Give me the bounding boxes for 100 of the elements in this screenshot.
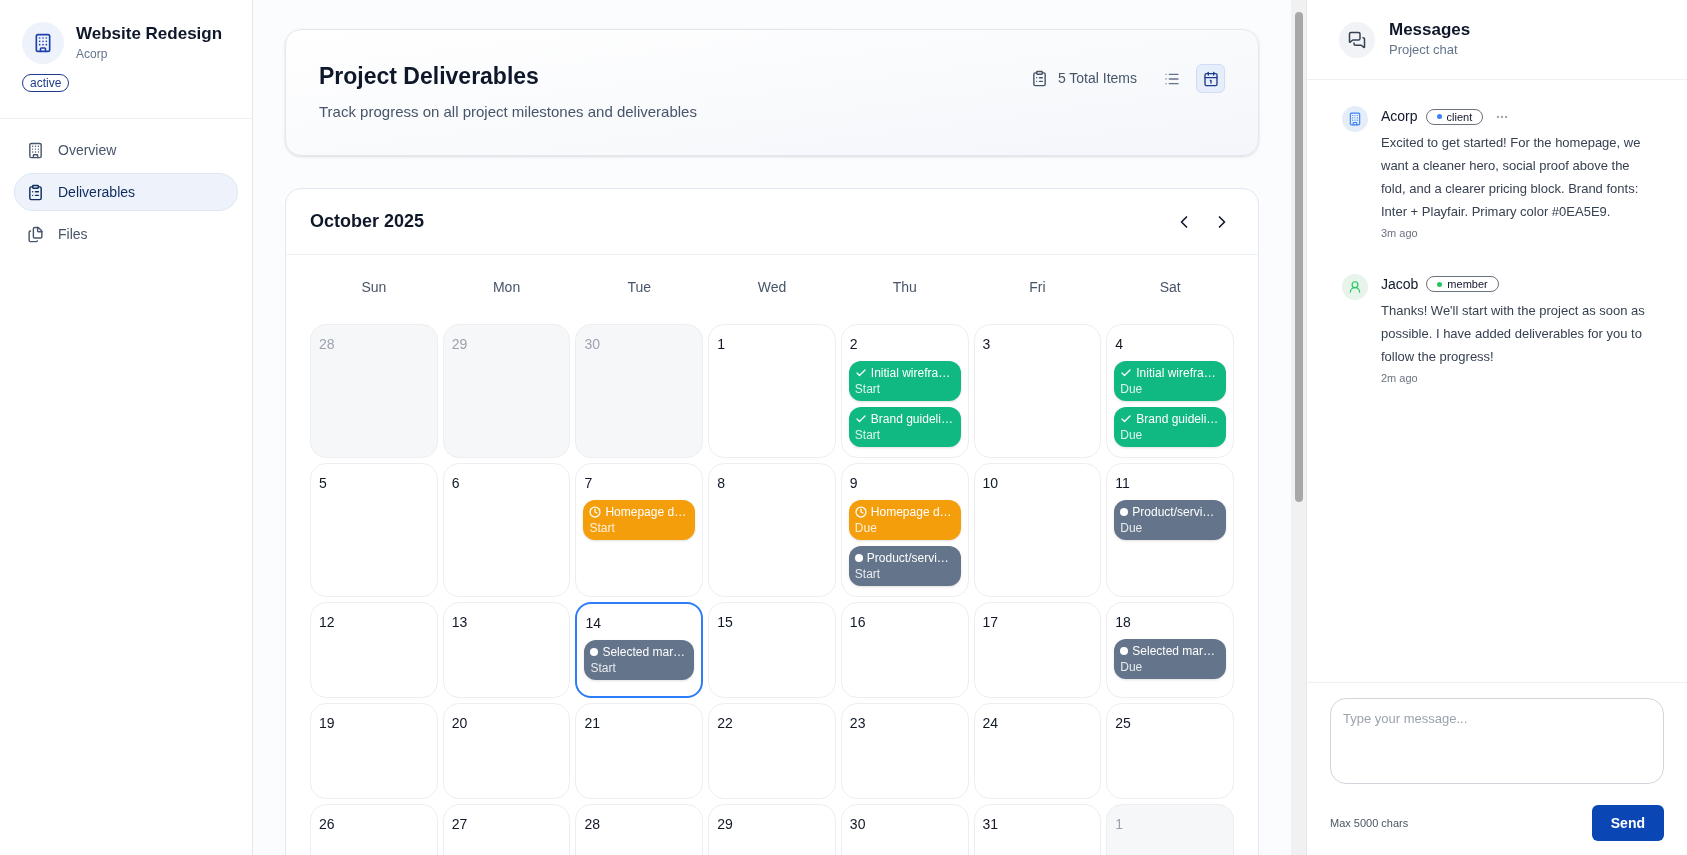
day-number: 29 bbox=[450, 335, 469, 354]
day-number: 17 bbox=[981, 613, 1000, 632]
scrollbar[interactable] bbox=[1291, 0, 1306, 855]
day-number: 19 bbox=[318, 714, 336, 733]
day-cell[interactable]: 11 Product/servi… Due bbox=[1106, 463, 1234, 597]
day-cell[interactable]: 31 bbox=[973, 804, 1102, 855]
day-number: 28 bbox=[583, 815, 601, 834]
day-cell[interactable]: 26 bbox=[310, 804, 438, 855]
day-cell[interactable]: 19 bbox=[310, 703, 438, 799]
nav-item[interactable]: Deliverables bbox=[14, 173, 238, 211]
event-label: Start bbox=[590, 660, 617, 676]
day-cell[interactable]: 30 bbox=[840, 804, 969, 855]
day-cell[interactable]: 12 bbox=[310, 602, 438, 698]
calendar-icon bbox=[1202, 70, 1219, 87]
day-cell[interactable]: 16 bbox=[840, 602, 969, 698]
day-cell[interactable]: 3 bbox=[973, 324, 1102, 458]
message-time: 2m ago bbox=[1381, 370, 1419, 386]
day-cell[interactable]: 8 bbox=[708, 463, 836, 597]
weekday-label: Mon bbox=[491, 278, 522, 297]
day-cell[interactable]: 21 bbox=[575, 703, 704, 799]
day-cell[interactable]: 14 Selected mar… Start bbox=[575, 602, 704, 698]
clock-icon bbox=[589, 506, 602, 518]
check-icon bbox=[1120, 367, 1133, 379]
day-cell[interactable]: 23 bbox=[840, 703, 969, 799]
day-number: 12 bbox=[318, 613, 336, 632]
event-label: Start bbox=[854, 427, 882, 443]
day-number: 9 bbox=[848, 474, 859, 493]
building-icon bbox=[33, 33, 53, 53]
day-number: 28 bbox=[318, 335, 336, 354]
project-title: Website Redesign bbox=[76, 23, 223, 45]
weekday-label: Sat bbox=[1158, 278, 1182, 297]
files-icon bbox=[27, 225, 44, 243]
day-number: 8 bbox=[716, 474, 726, 493]
day-number: 11 bbox=[1114, 474, 1131, 493]
weekday-label: Wed bbox=[756, 278, 788, 297]
clipboard-icon bbox=[27, 183, 44, 201]
day-number: 7 bbox=[583, 474, 594, 493]
event-title: Homepage d… bbox=[605, 504, 687, 520]
nav-item[interactable]: Overview bbox=[14, 131, 238, 169]
event-label: Start bbox=[589, 520, 616, 536]
day-cell[interactable]: 7 Homepage d… Start bbox=[575, 463, 704, 597]
event-label: Start bbox=[854, 381, 882, 397]
event-label: Due bbox=[1120, 427, 1144, 443]
day-number: 2 bbox=[848, 335, 859, 354]
day-cell[interactable]: 15 bbox=[708, 602, 836, 698]
day-cell[interactable]: 9 Homepage d… Due Product/servi… Start bbox=[840, 463, 969, 597]
day-cell[interactable]: 10 bbox=[973, 463, 1102, 597]
event-label: Due bbox=[854, 520, 878, 536]
event-title: Initial wirefra… bbox=[1136, 365, 1216, 381]
day-number: 1 bbox=[1114, 815, 1125, 834]
day-cell[interactable]: 17 bbox=[973, 602, 1102, 698]
event-title: Product/servi… bbox=[866, 550, 949, 566]
scrollbar-thumb[interactable] bbox=[1294, 12, 1303, 502]
day-cell[interactable]: 6 bbox=[442, 463, 571, 597]
deliverable-event[interactable]: Selected mar… Due bbox=[1114, 639, 1226, 679]
event-label: Due bbox=[1120, 659, 1144, 675]
day-cell[interactable]: 24 bbox=[973, 703, 1102, 799]
weekday-label: Sun bbox=[360, 278, 388, 297]
item-count: 5 Total Items bbox=[1057, 69, 1137, 88]
day-number: 16 bbox=[848, 613, 867, 632]
day-cell[interactable]: 28 bbox=[575, 804, 704, 855]
user-icon bbox=[1348, 279, 1362, 294]
day-number: 31 bbox=[981, 815, 1000, 834]
day-number: 18 bbox=[1114, 613, 1132, 632]
day-cell[interactable]: 13 bbox=[442, 602, 571, 698]
message-input[interactable]: Type your message... bbox=[1330, 698, 1664, 784]
day-number: 5 bbox=[318, 474, 328, 493]
day-cell[interactable]: 18 Selected mar… Due bbox=[1106, 602, 1234, 698]
nav-item[interactable]: Files bbox=[14, 215, 238, 253]
day-cell[interactable]: 1 bbox=[708, 324, 836, 458]
send-button[interactable]: Send bbox=[1591, 805, 1664, 841]
weekday-label: Fri bbox=[1028, 278, 1047, 297]
building-icon bbox=[1348, 112, 1362, 126]
day-cell[interactable]: 20 bbox=[442, 703, 571, 799]
event-title: Initial wirefra… bbox=[870, 365, 951, 381]
event-label: Due bbox=[1120, 520, 1144, 536]
check-icon bbox=[854, 367, 867, 379]
character-limit: Max 5000 chars bbox=[1330, 815, 1409, 831]
event-title: Brand guideli… bbox=[1136, 411, 1219, 427]
month-title: October 2025 bbox=[310, 210, 425, 233]
event-label: Due bbox=[1120, 381, 1144, 397]
message-time: 3m ago bbox=[1381, 226, 1419, 241]
deliverable-event[interactable]: Selected mar… Start bbox=[584, 640, 695, 680]
deliverable-event[interactable]: Product/servi… Due bbox=[1114, 500, 1226, 540]
day-cell[interactable]: 27 bbox=[442, 804, 571, 855]
calendar-view-button[interactable] bbox=[1196, 64, 1225, 93]
weekday-label: Tue bbox=[626, 278, 653, 297]
chat-icon bbox=[1348, 30, 1366, 49]
day-number: 6 bbox=[450, 474, 461, 493]
day-cell[interactable]: 22 bbox=[708, 703, 836, 799]
clipboard-icon bbox=[1030, 70, 1048, 87]
day-cell[interactable]: 29 bbox=[708, 804, 836, 855]
page-title: Project Deliverables bbox=[319, 61, 540, 91]
day-cell[interactable]: 25 bbox=[1106, 703, 1234, 799]
check-icon bbox=[854, 413, 867, 425]
day-number: 30 bbox=[848, 815, 867, 834]
day-cell[interactable]: 5 bbox=[310, 463, 438, 597]
day-number: 29 bbox=[716, 815, 734, 834]
weekday-label: Thu bbox=[891, 278, 918, 297]
deliverable-event[interactable]: Product/servi… Start bbox=[848, 546, 961, 586]
